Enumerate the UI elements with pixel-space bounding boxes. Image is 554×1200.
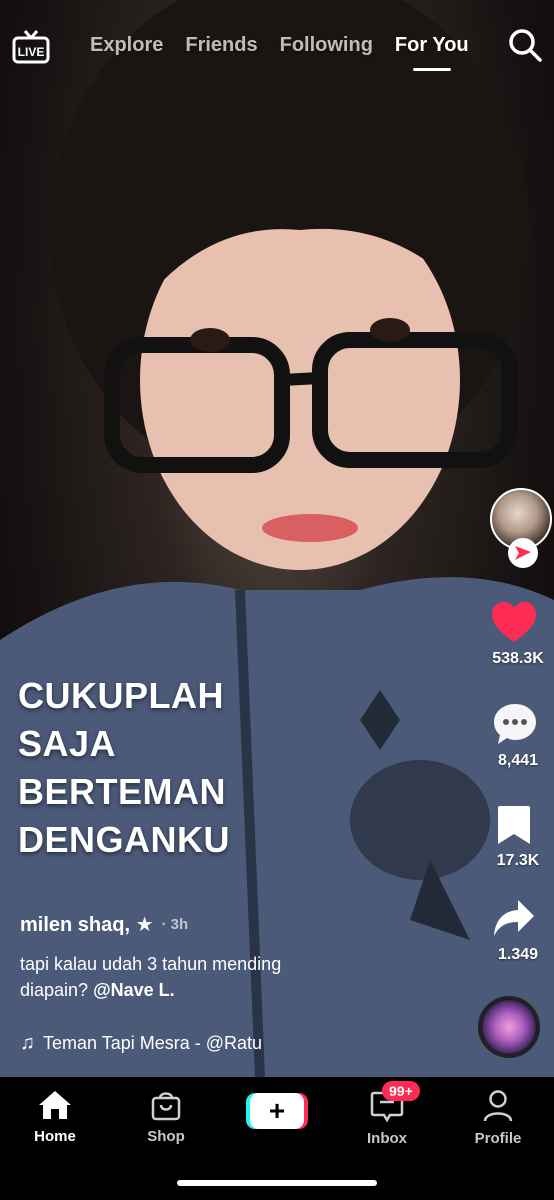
tab-following[interactable]: Following bbox=[280, 34, 373, 57]
bookmark-icon bbox=[498, 806, 530, 844]
caption-line: tapi kalau udah 3 tahun mending bbox=[20, 954, 282, 974]
overlay-line: CUKUPLAH bbox=[18, 675, 224, 716]
author-name[interactable]: milen shaq, ★ bbox=[20, 912, 154, 937]
music-disc[interactable] bbox=[478, 996, 540, 1058]
live-button[interactable]: LIVE bbox=[12, 30, 50, 64]
music-note-icon: ♫ bbox=[20, 1032, 35, 1054]
nav-shop-label: Shop bbox=[147, 1128, 185, 1145]
video-caption: milen shaq, ★ · 3h tapi kalau udah 3 tah… bbox=[20, 912, 450, 1003]
comment-count: 8,441 bbox=[497, 752, 539, 769]
inbox-badge: 99+ bbox=[382, 1081, 420, 1101]
share-button[interactable]: 1.349 bbox=[464, 898, 554, 964]
profile-icon bbox=[483, 1090, 513, 1122]
comment-button[interactable]: 8,441 bbox=[464, 702, 554, 770]
share-arrow-icon bbox=[494, 900, 534, 936]
send-arrow-icon bbox=[515, 546, 531, 560]
overlay-line: BERTEMAN bbox=[18, 771, 226, 812]
top-navigation: LIVE Explore Friends Following For You bbox=[0, 14, 554, 84]
post-time: · 3h bbox=[161, 916, 189, 933]
save-count: 17.3K bbox=[496, 852, 540, 869]
caption-text: tapi kalau udah 3 tahun mending diapain?… bbox=[20, 951, 450, 1003]
tab-friends[interactable]: Friends bbox=[185, 34, 257, 57]
nav-shop[interactable]: Shop bbox=[121, 1089, 211, 1145]
author-row: milen shaq, ★ · 3h bbox=[20, 912, 450, 937]
follow-button[interactable] bbox=[508, 538, 538, 568]
overlay-line: SAJA bbox=[18, 723, 117, 764]
like-count: 538.3K bbox=[492, 650, 544, 667]
nav-home-label: Home bbox=[34, 1128, 76, 1145]
svg-text:LIVE: LIVE bbox=[18, 45, 45, 59]
video-overlay-text: CUKUPLAH SAJA BERTEMAN DENGANKU bbox=[18, 672, 230, 864]
feed-tabs: Explore Friends Following For You bbox=[90, 34, 491, 71]
music-track[interactable]: ♫ Teman Tapi Mesra - @Ratu bbox=[20, 1032, 262, 1055]
caption-line: diapain? @Nave L. bbox=[20, 977, 450, 1003]
tab-for-you[interactable]: For You bbox=[395, 34, 469, 71]
heart-icon bbox=[492, 602, 536, 642]
mention-link[interactable]: @Nave L. bbox=[93, 980, 175, 1000]
shopping-bag-icon bbox=[151, 1092, 181, 1121]
share-count: 1.349 bbox=[497, 946, 539, 963]
nav-home[interactable]: Home bbox=[10, 1089, 100, 1145]
svg-text:+: + bbox=[269, 1095, 285, 1126]
create-button[interactable]: + bbox=[246, 1091, 308, 1131]
caption-line-prefix: diapain? bbox=[20, 980, 94, 1000]
nav-profile-label: Profile bbox=[474, 1130, 522, 1147]
home-indicator bbox=[177, 1180, 377, 1186]
search-button[interactable] bbox=[508, 28, 542, 62]
tab-explore[interactable]: Explore bbox=[90, 34, 163, 57]
home-icon bbox=[39, 1091, 71, 1119]
tv-live-icon: LIVE bbox=[12, 30, 50, 64]
nav-profile[interactable]: Profile bbox=[453, 1089, 543, 1147]
like-button[interactable]: 538.3K bbox=[464, 600, 554, 668]
search-icon bbox=[509, 29, 542, 62]
music-title: Teman Tapi Mesra - @Ratu bbox=[43, 1033, 263, 1053]
nav-inbox-label: Inbox bbox=[367, 1130, 407, 1147]
overlay-line: DENGANKU bbox=[18, 819, 231, 860]
comment-icon bbox=[494, 704, 536, 744]
bookmark-button[interactable]: 17.3K bbox=[464, 804, 554, 870]
plus-icon: + bbox=[246, 1093, 308, 1129]
